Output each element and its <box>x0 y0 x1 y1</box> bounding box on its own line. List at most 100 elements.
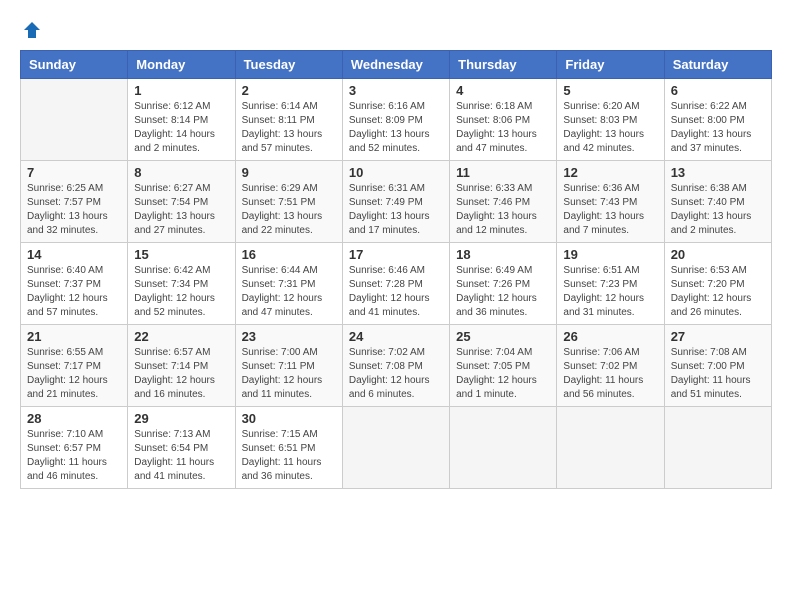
day-info: Sunrise: 7:06 AMSunset: 7:02 PMDaylight:… <box>563 346 657 402</box>
day-info: Sunrise: 6:44 AMSunset: 7:31 PMDaylight:… <box>242 264 336 320</box>
day-number: 1 <box>134 83 228 98</box>
calendar-week-row: 28Sunrise: 7:10 AMSunset: 6:57 PMDayligh… <box>21 407 772 489</box>
calendar-table: SundayMondayTuesdayWednesdayThursdayFrid… <box>20 50 772 489</box>
day-number: 22 <box>134 329 228 344</box>
day-info: Sunrise: 6:53 AMSunset: 7:20 PMDaylight:… <box>671 264 765 320</box>
calendar-cell: 23 Sunrise: 7:00 AMSunset: 7:11 PMDayligh… <box>235 325 342 407</box>
calendar-cell: 3 Sunrise: 6:16 AMSunset: 8:09 PMDaylight… <box>342 79 449 161</box>
day-number: 19 <box>563 247 657 262</box>
day-info: Sunrise: 6:12 AMSunset: 8:14 PMDaylight:… <box>134 100 228 156</box>
calendar-cell: 8 Sunrise: 6:27 AMSunset: 7:54 PMDaylight… <box>128 161 235 243</box>
calendar-cell <box>450 407 557 489</box>
day-number: 6 <box>671 83 765 98</box>
calendar-cell: 6 Sunrise: 6:22 AMSunset: 8:00 PMDaylight… <box>664 79 771 161</box>
day-info: Sunrise: 7:04 AMSunset: 7:05 PMDaylight:… <box>456 346 550 402</box>
calendar-cell: 21Sunrise: 6:55 AMSunset: 7:17 PMDayligh… <box>21 325 128 407</box>
day-number: 23 <box>242 329 336 344</box>
day-info: Sunrise: 6:38 AMSunset: 7:40 PMDaylight:… <box>671 182 765 238</box>
weekday-header: Friday <box>557 51 664 79</box>
day-info: Sunrise: 6:40 AMSunset: 7:37 PMDaylight:… <box>27 264 121 320</box>
day-number: 17 <box>349 247 443 262</box>
calendar-cell <box>557 407 664 489</box>
day-info: Sunrise: 6:14 AMSunset: 8:11 PMDaylight:… <box>242 100 336 156</box>
day-number: 11 <box>456 165 550 180</box>
calendar-cell <box>21 79 128 161</box>
calendar-cell: 17 Sunrise: 6:46 AMSunset: 7:28 PMDayligh… <box>342 243 449 325</box>
calendar-cell: 22 Sunrise: 6:57 AMSunset: 7:14 PMDayligh… <box>128 325 235 407</box>
day-info: Sunrise: 6:27 AMSunset: 7:54 PMDaylight:… <box>134 182 228 238</box>
day-info: Sunrise: 6:57 AMSunset: 7:14 PMDaylight:… <box>134 346 228 402</box>
day-number: 29 <box>134 411 228 426</box>
day-info: Sunrise: 7:10 AMSunset: 6:57 PMDaylight:… <box>27 428 121 484</box>
day-number: 8 <box>134 165 228 180</box>
calendar-cell: 28Sunrise: 7:10 AMSunset: 6:57 PMDayligh… <box>21 407 128 489</box>
day-info: Sunrise: 6:42 AMSunset: 7:34 PMDaylight:… <box>134 264 228 320</box>
calendar-cell: 5 Sunrise: 6:20 AMSunset: 8:03 PMDaylight… <box>557 79 664 161</box>
day-info: Sunrise: 7:08 AMSunset: 7:00 PMDaylight:… <box>671 346 765 402</box>
day-info: Sunrise: 6:25 AMSunset: 7:57 PMDaylight:… <box>27 182 121 238</box>
day-number: 26 <box>563 329 657 344</box>
weekday-header: Wednesday <box>342 51 449 79</box>
day-info: Sunrise: 6:33 AMSunset: 7:46 PMDaylight:… <box>456 182 550 238</box>
day-info: Sunrise: 6:20 AMSunset: 8:03 PMDaylight:… <box>563 100 657 156</box>
calendar-week-row: 21Sunrise: 6:55 AMSunset: 7:17 PMDayligh… <box>21 325 772 407</box>
day-number: 4 <box>456 83 550 98</box>
day-info: Sunrise: 6:55 AMSunset: 7:17 PMDaylight:… <box>27 346 121 402</box>
calendar-cell: 12 Sunrise: 6:36 AMSunset: 7:43 PMDayligh… <box>557 161 664 243</box>
day-info: Sunrise: 6:36 AMSunset: 7:43 PMDaylight:… <box>563 182 657 238</box>
weekday-header: Monday <box>128 51 235 79</box>
day-number: 24 <box>349 329 443 344</box>
logo <box>20 20 42 40</box>
day-info: Sunrise: 7:02 AMSunset: 7:08 PMDaylight:… <box>349 346 443 402</box>
calendar-cell: 11 Sunrise: 6:33 AMSunset: 7:46 PMDayligh… <box>450 161 557 243</box>
calendar-week-row: 14 Sunrise: 6:40 AMSunset: 7:37 PMDayligh… <box>21 243 772 325</box>
day-info: Sunrise: 6:16 AMSunset: 8:09 PMDaylight:… <box>349 100 443 156</box>
day-number: 30 <box>242 411 336 426</box>
calendar-cell: 25 Sunrise: 7:04 AMSunset: 7:05 PMDayligh… <box>450 325 557 407</box>
calendar-cell <box>664 407 771 489</box>
day-info: Sunrise: 6:49 AMSunset: 7:26 PMDaylight:… <box>456 264 550 320</box>
day-number: 20 <box>671 247 765 262</box>
calendar-cell: 14 Sunrise: 6:40 AMSunset: 7:37 PMDayligh… <box>21 243 128 325</box>
calendar-cell: 13 Sunrise: 6:38 AMSunset: 7:40 PMDayligh… <box>664 161 771 243</box>
day-info: Sunrise: 6:51 AMSunset: 7:23 PMDaylight:… <box>563 264 657 320</box>
calendar-cell: 30Sunrise: 7:15 AMSunset: 6:51 PMDayligh… <box>235 407 342 489</box>
day-number: 14 <box>27 247 121 262</box>
logo-icon <box>22 20 42 40</box>
day-number: 7 <box>27 165 121 180</box>
calendar-cell: 18 Sunrise: 6:49 AMSunset: 7:26 PMDayligh… <box>450 243 557 325</box>
calendar-cell: 9 Sunrise: 6:29 AMSunset: 7:51 PMDaylight… <box>235 161 342 243</box>
day-number: 15 <box>134 247 228 262</box>
calendar-cell: 4 Sunrise: 6:18 AMSunset: 8:06 PMDaylight… <box>450 79 557 161</box>
calendar-cell: 16 Sunrise: 6:44 AMSunset: 7:31 PMDayligh… <box>235 243 342 325</box>
day-info: Sunrise: 6:46 AMSunset: 7:28 PMDaylight:… <box>349 264 443 320</box>
calendar-week-row: 7 Sunrise: 6:25 AMSunset: 7:57 PMDaylight… <box>21 161 772 243</box>
day-number: 25 <box>456 329 550 344</box>
day-number: 9 <box>242 165 336 180</box>
day-number: 3 <box>349 83 443 98</box>
calendar-cell: 29Sunrise: 7:13 AMSunset: 6:54 PMDayligh… <box>128 407 235 489</box>
day-number: 2 <box>242 83 336 98</box>
calendar-week-row: 1 Sunrise: 6:12 AMSunset: 8:14 PMDaylight… <box>21 79 772 161</box>
day-number: 16 <box>242 247 336 262</box>
day-info: Sunrise: 6:22 AMSunset: 8:00 PMDaylight:… <box>671 100 765 156</box>
weekday-header: Tuesday <box>235 51 342 79</box>
calendar-cell <box>342 407 449 489</box>
calendar-cell: 7 Sunrise: 6:25 AMSunset: 7:57 PMDaylight… <box>21 161 128 243</box>
day-info: Sunrise: 6:18 AMSunset: 8:06 PMDaylight:… <box>456 100 550 156</box>
day-number: 10 <box>349 165 443 180</box>
day-info: Sunrise: 6:29 AMSunset: 7:51 PMDaylight:… <box>242 182 336 238</box>
day-info: Sunrise: 6:31 AMSunset: 7:49 PMDaylight:… <box>349 182 443 238</box>
day-number: 18 <box>456 247 550 262</box>
page-header <box>20 20 772 40</box>
day-number: 27 <box>671 329 765 344</box>
day-info: Sunrise: 7:00 AMSunset: 7:11 PMDaylight:… <box>242 346 336 402</box>
weekday-header: Sunday <box>21 51 128 79</box>
day-number: 13 <box>671 165 765 180</box>
calendar-cell: 26 Sunrise: 7:06 AMSunset: 7:02 PMDayligh… <box>557 325 664 407</box>
calendar-cell: 2 Sunrise: 6:14 AMSunset: 8:11 PMDaylight… <box>235 79 342 161</box>
calendar-cell: 20 Sunrise: 6:53 AMSunset: 7:20 PMDayligh… <box>664 243 771 325</box>
calendar-cell: 15 Sunrise: 6:42 AMSunset: 7:34 PMDayligh… <box>128 243 235 325</box>
day-number: 5 <box>563 83 657 98</box>
day-number: 12 <box>563 165 657 180</box>
